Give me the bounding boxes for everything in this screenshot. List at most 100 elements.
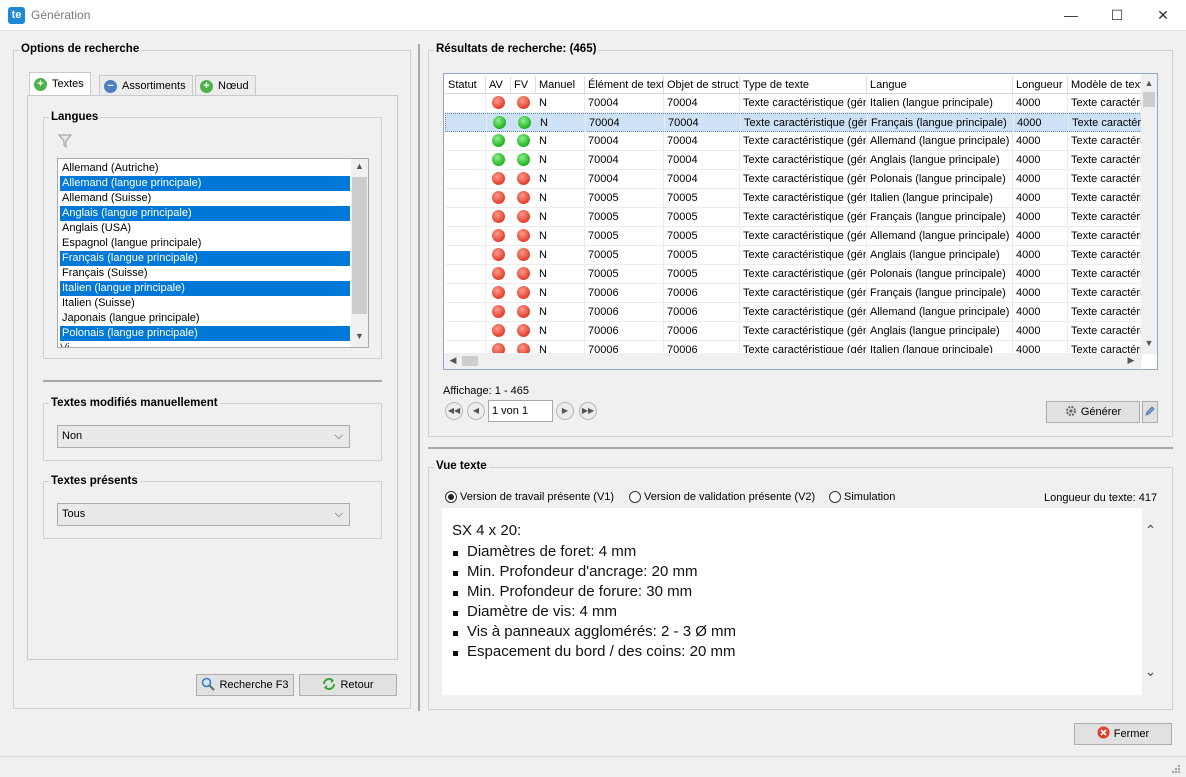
back-button[interactable]: Retour: [299, 674, 397, 696]
fv-status-icon: [517, 267, 530, 280]
filter-icon[interactable]: [57, 134, 73, 149]
results-grid[interactable]: Statut AV FV Manuel Élément de texte Objet de…: [443, 73, 1158, 370]
cell-statut: [445, 208, 486, 226]
minimize-button[interactable]: —: [1048, 0, 1094, 31]
cell-element: 70005: [585, 265, 664, 283]
radio-validation-version[interactable]: Version de validation présente (V2): [629, 491, 815, 503]
last-page-icon[interactable]: ▶▶: [579, 402, 597, 420]
language-list-item[interactable]: Allemand (langue principale): [60, 176, 350, 191]
cell-langue: Anglais (langue principale): [867, 151, 1013, 169]
tab-noeud[interactable]: + Nœud: [195, 75, 256, 96]
language-list-item[interactable]: Anglais (USA): [60, 221, 350, 236]
radio-label: Version de travail présente (V1): [460, 491, 615, 503]
column-header-longueur[interactable]: Longueur: [1013, 76, 1068, 94]
close-button[interactable]: Fermer: [1074, 723, 1172, 745]
resize-grip-icon[interactable]: [1170, 763, 1180, 773]
scroll-right-icon[interactable]: ▶: [1126, 355, 1136, 366]
scroll-thumb[interactable]: [1143, 92, 1155, 107]
cell-objet: 70006: [664, 284, 740, 302]
column-header-manuel[interactable]: Manuel: [536, 76, 585, 94]
text-preview[interactable]: SX 4 x 20: Diamètres de foret: 4 mm Min. …: [442, 508, 1159, 695]
app-icon: te: [8, 7, 25, 24]
scroll-down-icon[interactable]: ▼: [351, 331, 368, 341]
table-row[interactable]: N7000470004Texte caractéristique (généri…: [445, 94, 1142, 113]
column-header-modele[interactable]: Modèle de texte: [1068, 76, 1142, 94]
first-page-icon[interactable]: ◀◀: [445, 402, 463, 420]
column-header-statut[interactable]: Statut: [445, 76, 486, 94]
table-row[interactable]: N7000670006Texte caractéristique (généri…: [445, 303, 1142, 322]
table-row[interactable]: N7000570005Texte caractéristique (généri…: [445, 189, 1142, 208]
table-row[interactable]: N7000670006Texte caractéristique (généri…: [445, 322, 1142, 341]
horizontal-splitter[interactable]: [43, 380, 382, 382]
languages-scrollbar[interactable]: ▲ ▼: [351, 159, 368, 347]
languages-listbox[interactable]: Allemand (Autriche) Allemand (langue prin…: [57, 158, 369, 348]
radio-button[interactable]: [829, 491, 841, 503]
scroll-thumb[interactable]: [462, 356, 478, 366]
window-title: Génération: [31, 8, 91, 22]
vertical-splitter[interactable]: [418, 44, 420, 711]
page-input[interactable]: 1 von 1: [488, 400, 553, 422]
column-header-objet[interactable]: Objet de structure: [664, 76, 740, 94]
language-list-item[interactable]: Français (Suisse): [60, 266, 350, 281]
tab-assortiments[interactable]: − Assortiments: [99, 75, 193, 96]
cell-longueur: 4000: [1013, 208, 1068, 226]
grid-vertical-scrollbar[interactable]: ▲ ▼: [1141, 74, 1157, 354]
table-row[interactable]: N7000570005Texte caractéristique (généri…: [445, 208, 1142, 227]
scroll-down-icon[interactable]: ▼: [1141, 338, 1157, 348]
maximize-button[interactable]: ☐: [1094, 0, 1140, 31]
language-list-item[interactable]: Allemand (Autriche): [60, 161, 350, 176]
table-row[interactable]: N7000570005Texte caractéristique (généri…: [445, 265, 1142, 284]
scroll-thumb[interactable]: [352, 177, 367, 314]
scroll-left-icon[interactable]: ◀: [448, 355, 458, 366]
language-list-item[interactable]: Italien (langue principale): [60, 281, 350, 296]
search-button[interactable]: Recherche F3: [196, 674, 294, 696]
radio-button[interactable]: [629, 491, 641, 503]
language-list-item[interactable]: Italien (Suisse): [60, 296, 350, 311]
av-status-icon: [492, 134, 505, 147]
results-splitter[interactable]: [428, 447, 1173, 449]
next-page-icon[interactable]: ▶: [556, 402, 574, 420]
close-window-button[interactable]: ✕: [1140, 0, 1186, 31]
column-header-langue[interactable]: Langue: [867, 76, 1013, 94]
tab-textes[interactable]: + Textes: [29, 72, 91, 95]
present-texts-combo[interactable]: Tous ⌵: [57, 503, 350, 526]
table-row[interactable]: N7000470004Texte caractéristique (généri…: [445, 170, 1142, 189]
scroll-up-icon[interactable]: ⌃: [1142, 522, 1159, 539]
table-row[interactable]: N7000570005Texte caractéristique (généri…: [445, 227, 1142, 246]
language-list-item[interactable]: Espagnol (langue principale): [60, 236, 350, 251]
radio-button[interactable]: [445, 491, 457, 503]
text-scrollbar[interactable]: ⌃ ⌄: [1142, 508, 1159, 695]
cell-manuel: N: [536, 208, 585, 226]
language-list-item[interactable]: Polonais (langue principale): [60, 326, 350, 341]
column-header-type[interactable]: Type de texte: [740, 76, 867, 94]
cell-modele: Texte caractéristique: [1069, 114, 1143, 132]
generate-button[interactable]: Générer: [1046, 401, 1140, 423]
table-row[interactable]: N7000470004Texte caractéristique (généri…: [445, 132, 1142, 151]
scroll-down-icon[interactable]: ⌄: [1142, 663, 1159, 680]
table-row[interactable]: N7000470004Texte caractéristique (généri…: [445, 151, 1142, 170]
radio-work-version[interactable]: Version de travail présente (V1): [445, 491, 614, 503]
text-view-title: Vue texte: [434, 460, 489, 472]
edit-button[interactable]: [1142, 401, 1158, 423]
cell-statut: [446, 114, 487, 132]
language-list-item[interactable]: Français (langue principale): [60, 251, 350, 266]
prev-page-icon[interactable]: ◀: [467, 402, 485, 420]
cell-objet: 70004: [664, 94, 740, 112]
refresh-icon: [322, 677, 336, 694]
column-header-element[interactable]: Élément de texte: [585, 76, 664, 94]
manual-texts-combo[interactable]: Non ⌵: [57, 425, 350, 448]
grid-horizontal-scrollbar[interactable]: ◀ ▶: [444, 353, 1141, 369]
column-header-av[interactable]: AV: [486, 76, 511, 94]
cell-longueur: 4000: [1013, 94, 1068, 112]
table-row[interactable]: N7000570005Texte caractéristique (généri…: [445, 246, 1142, 265]
radio-simulation[interactable]: Simulation: [829, 491, 895, 503]
language-list-item[interactable]: Japonais (langue principale): [60, 311, 350, 326]
scroll-up-icon[interactable]: ▲: [351, 161, 368, 171]
language-list-item[interactable]: Anglais (langue principale): [60, 206, 350, 221]
text-length: Longueur du texte: 417: [1044, 492, 1158, 504]
scroll-up-icon[interactable]: ▲: [1141, 78, 1157, 88]
language-list-item[interactable]: Allemand (Suisse): [60, 191, 350, 206]
table-row[interactable]: N7000470004Texte caractéristique (généri…: [445, 113, 1143, 132]
column-header-fv[interactable]: FV: [511, 76, 536, 94]
table-row[interactable]: N7000670006Texte caractéristique (généri…: [445, 284, 1142, 303]
